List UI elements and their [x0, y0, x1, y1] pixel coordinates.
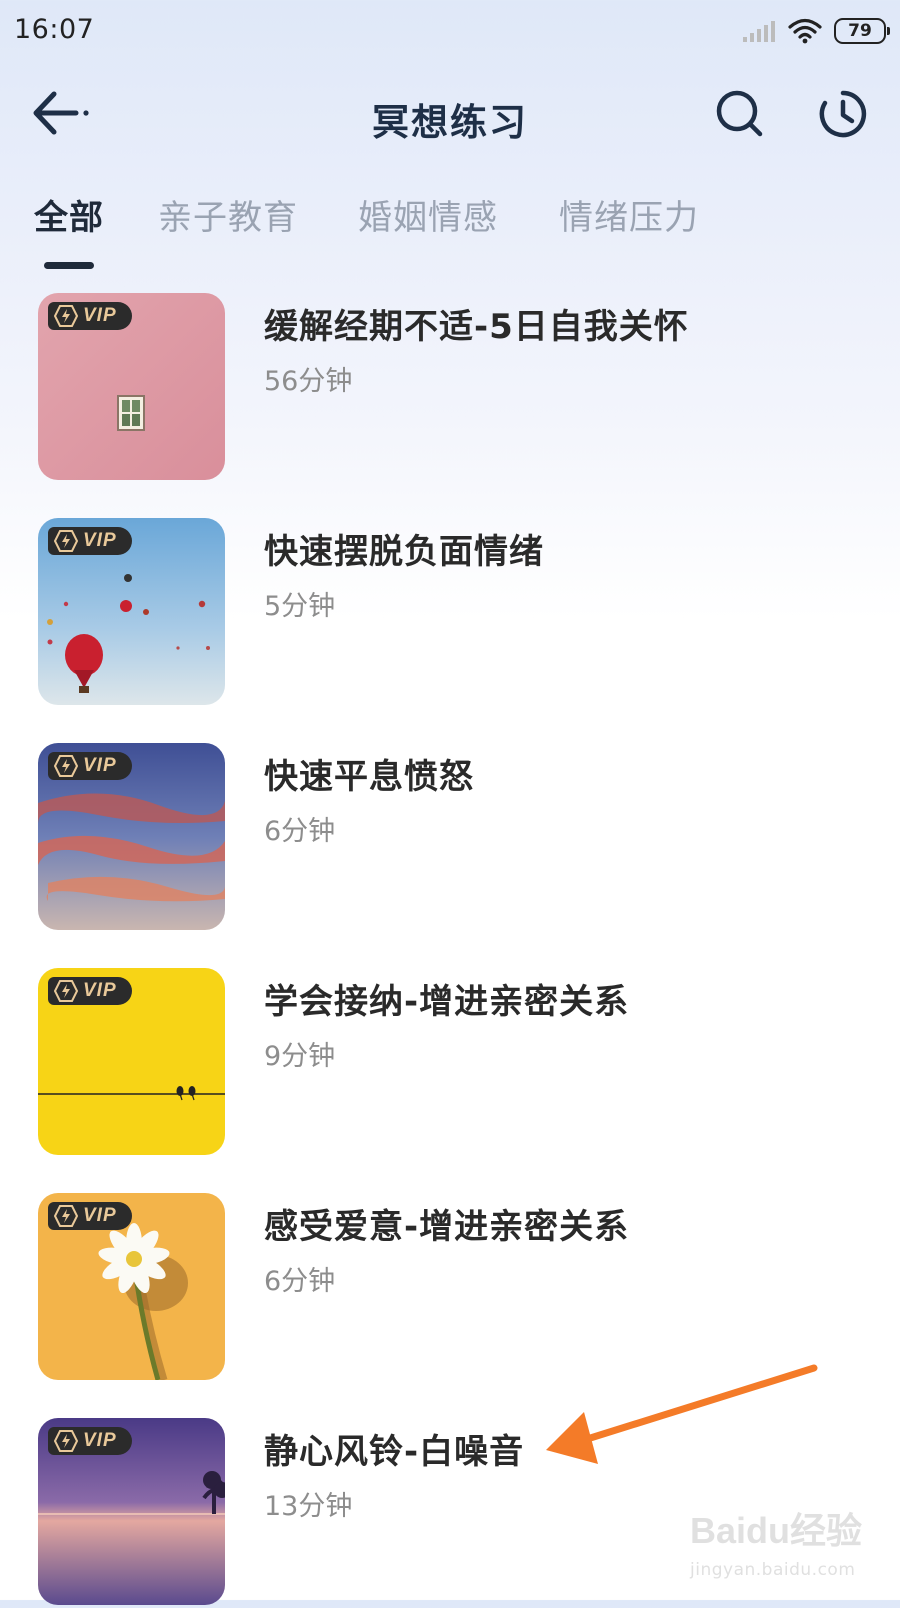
- nav-bar: 冥想练习: [0, 70, 900, 160]
- item-thumbnail: VIP: [38, 293, 225, 480]
- vip-badge: VIP: [48, 1427, 132, 1455]
- lightning-icon: [54, 1430, 78, 1452]
- item-title: 快速摆脱负面情绪: [264, 532, 544, 572]
- tab-indicator: [44, 262, 94, 269]
- item-duration: 13分钟: [264, 1491, 353, 1522]
- item-duration: 56分钟: [264, 366, 353, 397]
- vip-badge: VIP: [48, 302, 132, 330]
- vip-label: VIP: [83, 980, 117, 1001]
- vip-label: VIP: [83, 755, 117, 776]
- item-title: 感受爱意-增进亲密关系: [264, 1207, 630, 1247]
- tab-emotion-stress[interactable]: 情绪压力: [559, 190, 699, 239]
- item-title: 快速平息愤怒: [264, 757, 474, 797]
- list-item[interactable]: VIP 学会接纳-增进亲密关系 9分钟: [0, 968, 900, 1158]
- watermark-logo: Baidu经验: [690, 1510, 863, 1551]
- tab-parenting[interactable]: 亲子教育: [158, 190, 298, 239]
- vip-label: VIP: [83, 1205, 117, 1226]
- lightning-icon: [54, 305, 78, 327]
- list-item[interactable]: VIP 感受爱意-增进亲密关系 6分钟: [0, 1193, 900, 1383]
- item-thumbnail: VIP: [38, 1418, 225, 1605]
- clock-icon: [819, 90, 867, 138]
- battery-icon: 79: [834, 18, 890, 44]
- item-thumbnail: VIP: [38, 743, 225, 930]
- vip-label: VIP: [83, 305, 117, 326]
- lightning-icon: [54, 1205, 78, 1227]
- battery-level: 79: [848, 21, 872, 41]
- item-title: 缓解经期不适-5日自我关怀: [264, 307, 689, 347]
- list-item[interactable]: VIP 快速平息愤怒 6分钟: [0, 743, 900, 933]
- vip-label: VIP: [83, 530, 117, 551]
- item-duration: 6分钟: [264, 1266, 336, 1297]
- list-item[interactable]: VIP 快速摆脱负面情绪 5分钟: [0, 518, 900, 708]
- vip-badge: VIP: [48, 977, 132, 1005]
- status-icons: 79: [742, 14, 890, 48]
- watermark-url: jingyan.baidu.com: [690, 1560, 856, 1580]
- lightning-icon: [54, 530, 78, 552]
- tab-marriage[interactable]: 婚姻情感: [358, 190, 498, 239]
- item-title: 静心风铃-白噪音: [264, 1432, 525, 1472]
- annotation-arrow-icon: [546, 1364, 818, 1464]
- tab-all[interactable]: 全部: [34, 190, 104, 239]
- status-bar: 16:07 79: [0, 0, 900, 62]
- lightning-icon: [54, 980, 78, 1002]
- vip-badge: VIP: [48, 752, 132, 780]
- baidu-watermark: Baidu经验 jingyan.baidu.com: [690, 1502, 890, 1592]
- signal-icon: [743, 21, 775, 42]
- lightning-icon: [54, 755, 78, 777]
- category-tabs: 全部 亲子教育 婚姻情感 情绪压力: [0, 190, 900, 270]
- item-duration: 9分钟: [264, 1041, 336, 1072]
- item-duration: 5分钟: [264, 591, 336, 622]
- vip-badge: VIP: [48, 527, 132, 555]
- search-button[interactable]: [714, 88, 766, 140]
- search-icon: [716, 90, 763, 137]
- status-time: 16:07: [14, 14, 95, 45]
- item-duration: 6分钟: [264, 816, 336, 847]
- item-thumbnail: VIP: [38, 968, 225, 1155]
- wifi-icon: [788, 18, 822, 44]
- list-item[interactable]: VIP 缓解经期不适-5日自我关怀 56分钟: [0, 293, 900, 483]
- history-button[interactable]: [817, 88, 869, 140]
- item-title: 学会接纳-增进亲密关系: [264, 982, 630, 1022]
- vip-badge: VIP: [48, 1202, 132, 1230]
- vip-label: VIP: [83, 1430, 117, 1451]
- item-thumbnail: VIP: [38, 518, 225, 705]
- item-thumbnail: VIP: [38, 1193, 225, 1380]
